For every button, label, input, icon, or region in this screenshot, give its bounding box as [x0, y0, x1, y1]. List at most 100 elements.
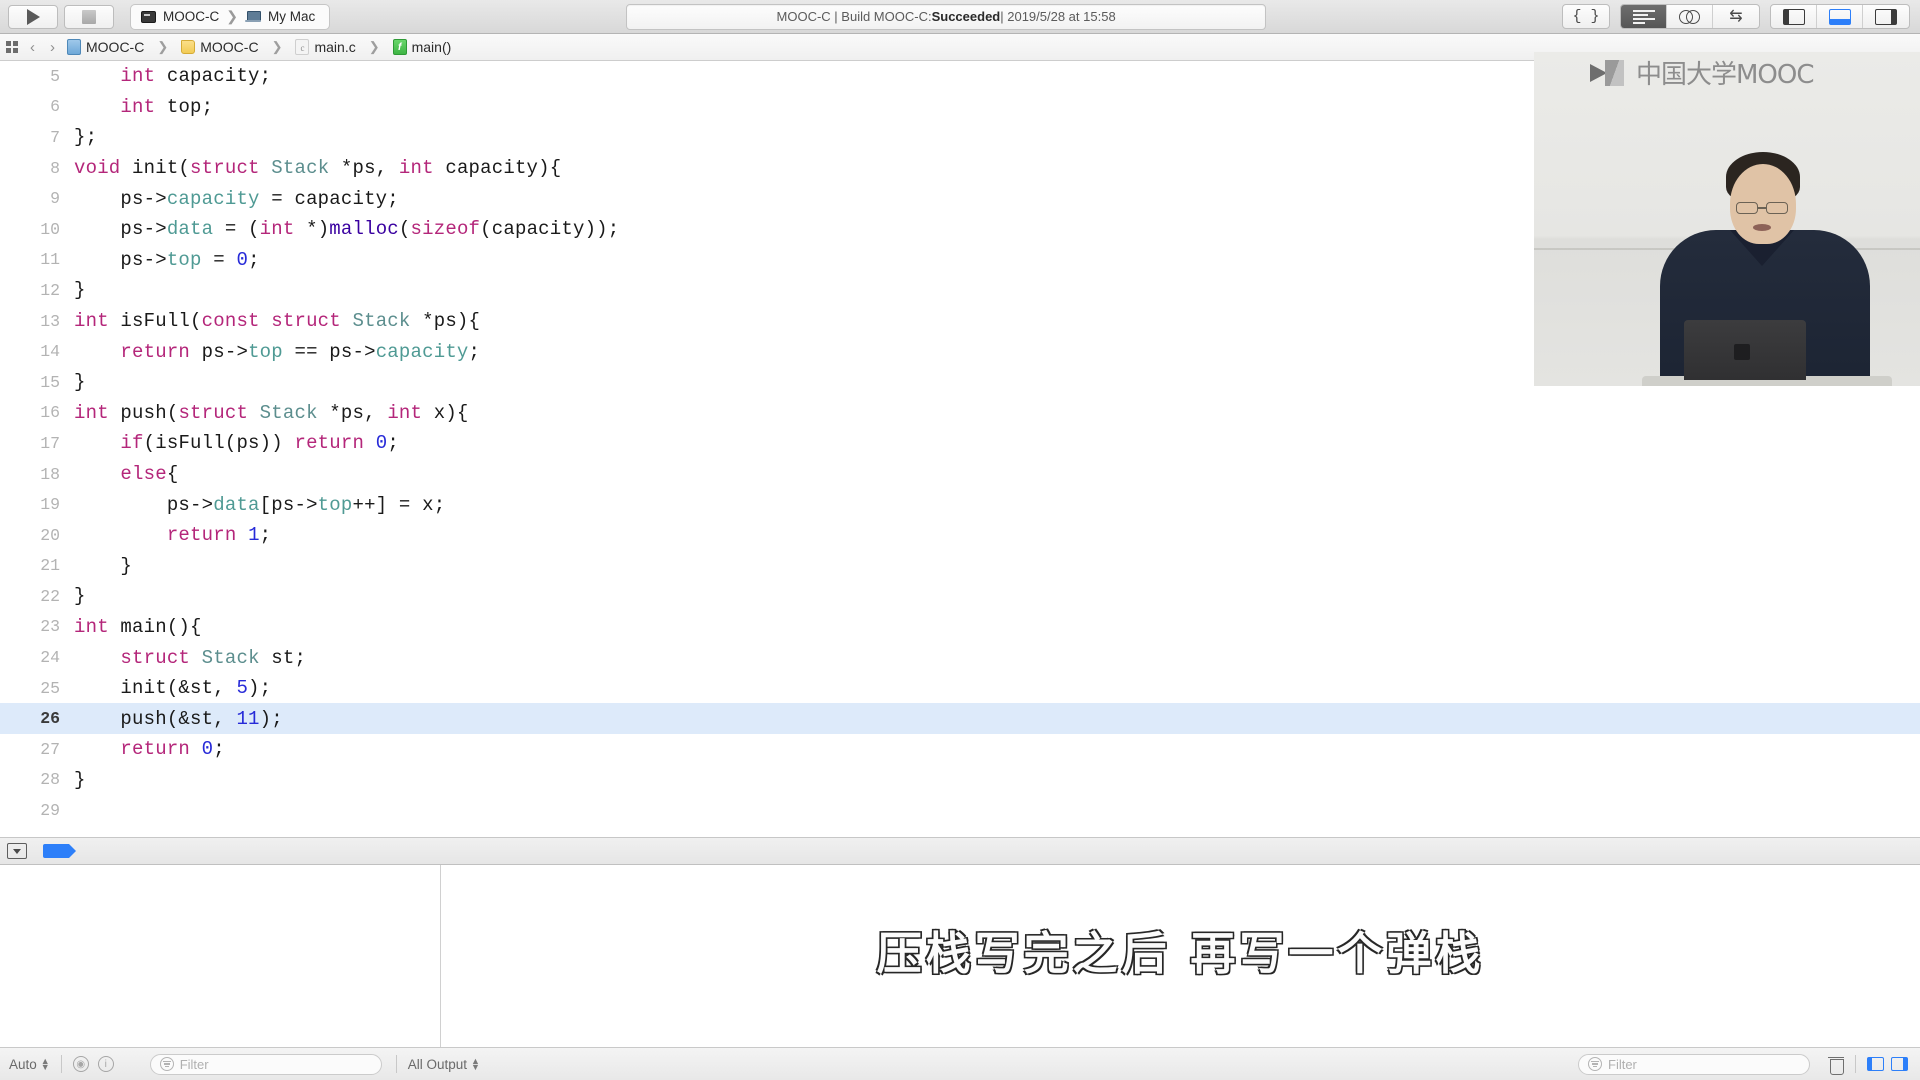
code-line[interactable]: 27 return 0;: [0, 734, 1920, 765]
code-text[interactable]: int capacity;: [74, 65, 271, 87]
folder-icon: [181, 40, 196, 54]
code-text[interactable]: }: [74, 769, 86, 791]
stop-button[interactable]: [64, 4, 114, 29]
line-number[interactable]: 23: [0, 617, 74, 636]
forward-button[interactable]: ›: [47, 39, 58, 56]
line-number[interactable]: 16: [0, 403, 74, 422]
code-line[interactable]: 21 }: [0, 551, 1920, 582]
line-number[interactable]: 6: [0, 97, 74, 116]
code-text[interactable]: int top;: [74, 96, 213, 118]
line-number[interactable]: 12: [0, 281, 74, 300]
line-number[interactable]: 11: [0, 250, 74, 269]
code-token: ps->: [74, 187, 167, 210]
line-number[interactable]: 21: [0, 556, 74, 575]
code-line[interactable]: 26 push(&st, 11);: [0, 703, 1920, 735]
line-number[interactable]: 27: [0, 740, 74, 759]
code-line[interactable]: 29: [0, 795, 1920, 826]
standard-editor-button[interactable]: [1621, 5, 1667, 28]
line-number[interactable]: 10: [0, 220, 74, 239]
show-console-view-icon[interactable]: [1891, 1057, 1908, 1071]
trash-icon[interactable]: [1828, 1056, 1844, 1075]
code-token: );: [259, 707, 283, 730]
line-number[interactable]: 19: [0, 495, 74, 514]
line-number[interactable]: 9: [0, 189, 74, 208]
breakpoints-toggle-icon[interactable]: [43, 844, 76, 858]
code-text[interactable]: ps->data = (int *)malloc(sizeof(capacity…: [74, 218, 619, 240]
variables-scope-selector[interactable]: Auto ▲ ▼: [0, 1057, 50, 1072]
version-editor-button[interactable]: ⇆: [1713, 5, 1759, 28]
code-text[interactable]: return 0;: [74, 738, 225, 760]
code-token: (: [398, 218, 411, 241]
code-text[interactable]: int push(struct Stack *ps, int x){: [74, 402, 469, 424]
assistant-editor-button[interactable]: [1667, 5, 1713, 28]
code-text[interactable]: ps->top = 0;: [74, 249, 260, 271]
code-line[interactable]: 19 ps->data[ps->top++] = x;: [0, 489, 1920, 520]
line-number[interactable]: 22: [0, 587, 74, 606]
line-number[interactable]: 7: [0, 128, 74, 147]
code-text[interactable]: }: [74, 585, 86, 607]
code-line[interactable]: 22}: [0, 581, 1920, 612]
line-number[interactable]: 13: [0, 312, 74, 331]
line-number[interactable]: 25: [0, 679, 74, 698]
code-line[interactable]: 17 if(isFull(ps)) return 0;: [0, 428, 1920, 459]
line-number[interactable]: 5: [0, 67, 74, 86]
breadcrumb-item-symbol[interactable]: f main(): [392, 39, 451, 55]
line-number[interactable]: 28: [0, 770, 74, 789]
code-text[interactable]: return 1;: [74, 524, 271, 546]
code-text[interactable]: ps->data[ps->top++] = x;: [74, 494, 445, 516]
breadcrumb-item-file[interactable]: c main.c: [295, 39, 356, 55]
console-filter-field[interactable]: Filter: [1578, 1053, 1810, 1075]
code-line[interactable]: 28}: [0, 765, 1920, 796]
line-number[interactable]: 14: [0, 342, 74, 361]
line-number[interactable]: 26: [0, 709, 74, 728]
code-line[interactable]: 23 int main(){: [0, 612, 1920, 643]
code-text[interactable]: }: [74, 555, 132, 577]
code-line[interactable]: 20 return 1;: [0, 520, 1920, 551]
line-number[interactable]: 20: [0, 526, 74, 545]
back-button[interactable]: ‹: [27, 39, 38, 56]
code-text[interactable]: ps->capacity = capacity;: [74, 188, 399, 210]
line-number[interactable]: 24: [0, 648, 74, 667]
code-text[interactable]: return ps->top == ps->capacity;: [74, 341, 480, 363]
show-variables-view-icon[interactable]: [1867, 1057, 1884, 1071]
mooc-logo: 中国大学MOOC: [1590, 54, 1815, 91]
code-line[interactable]: 25 init(&st, 5);: [0, 673, 1920, 704]
code-text[interactable]: int main(){: [74, 616, 202, 638]
build-status-bar[interactable]: MOOC-C | Build MOOC-C: Succeeded | 2019/…: [626, 3, 1267, 30]
related-items-icon[interactable]: [6, 41, 18, 53]
code-text[interactable]: }: [74, 279, 86, 301]
code-text[interactable]: void init(struct Stack *ps, int capacity…: [74, 157, 561, 179]
line-number[interactable]: 8: [0, 159, 74, 178]
line-number[interactable]: 17: [0, 434, 74, 453]
code-line[interactable]: 16 int push(struct Stack *ps, int x){: [0, 398, 1920, 429]
line-number[interactable]: 29: [0, 801, 74, 820]
code-snippet-button[interactable]: { }: [1563, 5, 1609, 28]
debug-panel-icon: [1828, 8, 1851, 25]
run-button[interactable]: [8, 4, 58, 29]
hide-debug-area-button[interactable]: [7, 843, 27, 859]
code-text[interactable]: struct Stack st;: [74, 647, 306, 669]
info-icon[interactable]: i: [97, 1056, 114, 1072]
code-text[interactable]: push(&st, 11);: [74, 708, 283, 730]
scheme-selector[interactable]: MOOC-C ❯ My Mac: [130, 3, 331, 30]
code-text[interactable]: if(isFull(ps)) return 0;: [74, 432, 399, 454]
code-text[interactable]: else{: [74, 463, 178, 485]
variables-filter-field[interactable]: Filter: [149, 1053, 382, 1075]
utilities-toggle-button[interactable]: [1863, 5, 1909, 28]
debug-area-toggle-button[interactable]: [1817, 5, 1863, 28]
code-text[interactable]: init(&st, 5);: [74, 677, 271, 699]
code-text[interactable]: }: [74, 371, 86, 393]
breadcrumb-item-project[interactable]: MOOC-C: [67, 39, 144, 55]
code-line[interactable]: 24 struct Stack st;: [0, 642, 1920, 673]
output-scope-selector[interactable]: All Output ▲ ▼: [408, 1057, 480, 1072]
code-text[interactable]: };: [74, 126, 97, 148]
eye-icon[interactable]: ◉: [72, 1056, 89, 1072]
code-line[interactable]: 18 else{: [0, 459, 1920, 490]
code-text[interactable]: int isFull(const struct Stack *ps){: [74, 310, 480, 332]
console-output-view[interactable]: 压栈写完之后 再写一个弹栈: [441, 865, 1920, 1047]
variables-view[interactable]: [0, 865, 441, 1047]
line-number[interactable]: 15: [0, 373, 74, 392]
line-number[interactable]: 18: [0, 465, 74, 484]
navigator-toggle-button[interactable]: [1771, 5, 1817, 28]
breadcrumb-item-folder[interactable]: MOOC-C: [181, 39, 259, 55]
